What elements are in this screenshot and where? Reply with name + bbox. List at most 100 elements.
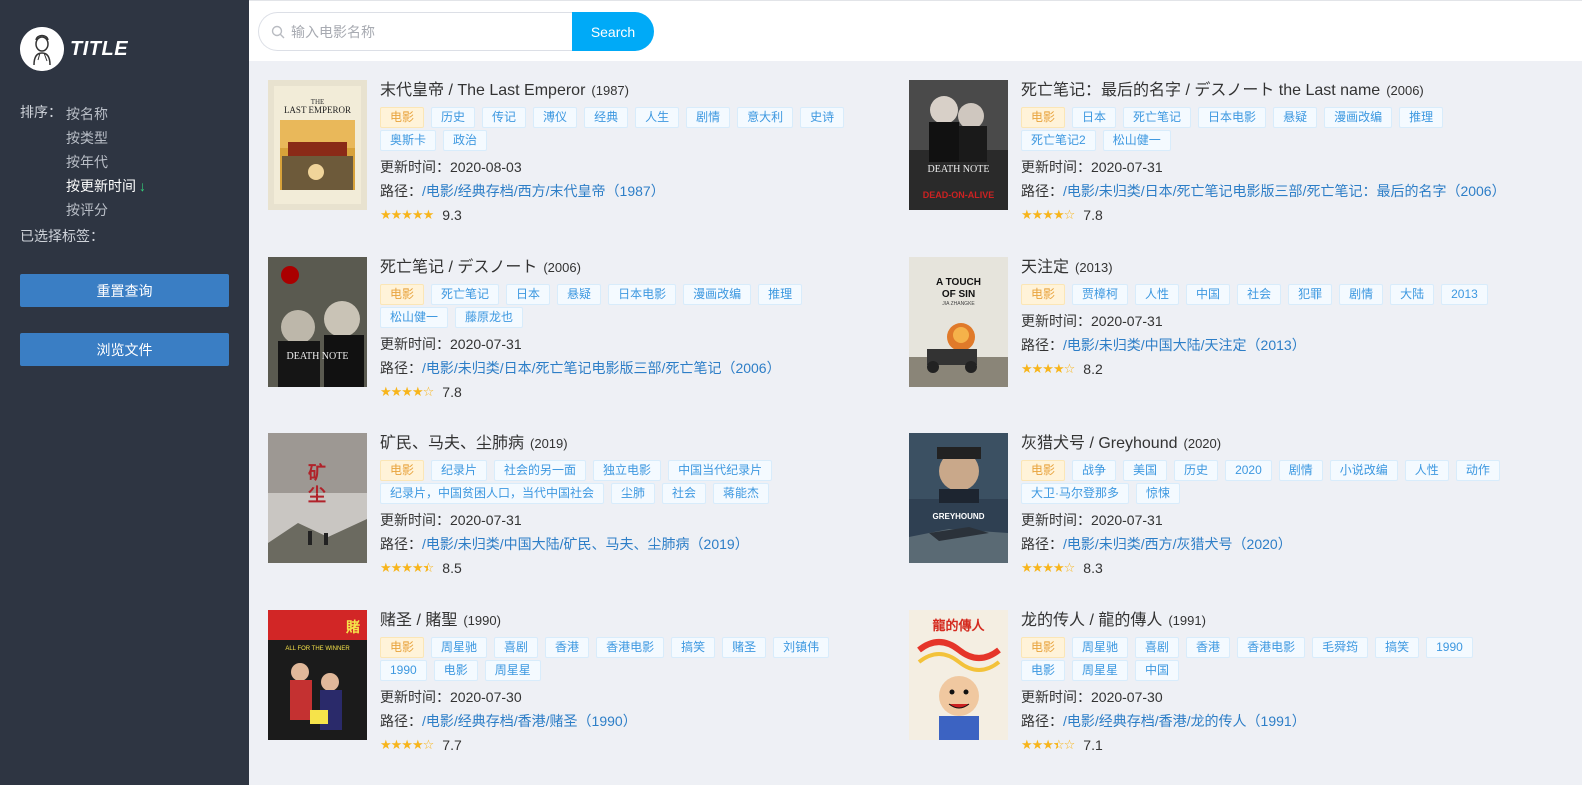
poster-death-note[interactable]: DEATH NOTE — [268, 256, 367, 387]
tag[interactable]: 犯罪 — [1288, 283, 1333, 305]
tag[interactable]: 历史 — [431, 107, 476, 128]
tag[interactable]: 中国 — [1135, 659, 1180, 681]
tag[interactable]: 电影 — [380, 283, 425, 305]
tag[interactable]: 日本电影 — [608, 283, 677, 305]
poster-dragon[interactable]: 龍的傳人 — [909, 609, 1008, 740]
path-link[interactable]: /电影/未归类/西方/灰猎犬号（2020） — [1063, 536, 1292, 552]
tag[interactable]: 社会 — [662, 483, 707, 504]
tag[interactable]: 纪录片，中国贫困人口，当代中国社会 — [380, 483, 605, 504]
tag[interactable]: 喜剧 — [1135, 636, 1180, 658]
tag[interactable]: 刘镇伟 — [773, 636, 830, 658]
tag[interactable]: 周星星 — [1072, 659, 1129, 681]
tag[interactable]: 死亡笔记 — [1123, 107, 1192, 128]
tag[interactable]: 经典 — [584, 107, 629, 128]
path-link[interactable]: /电影/经典存档/香港/赌圣（1990） — [422, 713, 637, 729]
tag[interactable]: 政治 — [443, 130, 488, 151]
tag[interactable]: 悬疑 — [557, 283, 602, 305]
tag[interactable]: 死亡笔记 — [431, 283, 500, 305]
tag[interactable]: 蒋能杰 — [713, 483, 770, 504]
tag[interactable]: 电影 — [1021, 636, 1066, 658]
tag[interactable]: 社会的另一面 — [494, 460, 587, 481]
tag[interactable]: 美国 — [1123, 460, 1168, 481]
movie-title-line[interactable]: 赌圣 / 賭聖 (1990) — [380, 610, 880, 632]
tag[interactable]: 搞笑 — [1375, 636, 1420, 658]
tag[interactable]: 人性 — [1135, 283, 1180, 305]
tag[interactable]: 剧情 — [686, 107, 731, 128]
path-link[interactable]: /电影/经典存档/香港/龙的传人（1991） — [1063, 713, 1306, 729]
movie-title-line[interactable]: 龙的传人 / 龍的傳人 (1991) — [1021, 610, 1521, 632]
tag[interactable]: 赌圣 — [722, 636, 767, 658]
sort-by-type[interactable]: 按类型 — [66, 126, 146, 150]
sort-by-update-time[interactable]: 按更新时间 ↓ — [66, 174, 146, 198]
tag[interactable]: 贾樟柯 — [1072, 283, 1129, 305]
tag[interactable]: 纪录片 — [431, 460, 488, 481]
tag[interactable]: 2020 — [1225, 460, 1272, 481]
tag[interactable]: 香港电影 — [596, 636, 665, 658]
reset-query-button[interactable]: 重置查询 — [20, 274, 229, 307]
search-field[interactable] — [258, 12, 572, 51]
tag[interactable]: 电影 — [1021, 659, 1066, 681]
tag[interactable]: 电影 — [1021, 460, 1066, 481]
tag[interactable]: 死亡笔记2 — [1021, 130, 1096, 151]
tag[interactable]: 漫画改编 — [1324, 107, 1393, 128]
tag[interactable]: 藤原龙也 — [455, 306, 524, 328]
tag[interactable]: 小说改编 — [1329, 460, 1398, 481]
browse-files-button[interactable]: 浏览文件 — [20, 333, 229, 366]
path-link[interactable]: /电影/未归类/中国大陆/天注定（2013） — [1063, 337, 1306, 353]
tag[interactable]: 人生 — [635, 107, 680, 128]
tag[interactable]: 搞笑 — [671, 636, 716, 658]
tag[interactable]: 电影 — [380, 636, 425, 658]
poster-all-for-winner[interactable]: 賭 ALL FOR THE WINNER — [268, 609, 367, 740]
movie-title-line[interactable]: 死亡笔记 / デスノート (2006) — [380, 257, 880, 279]
tag[interactable]: 周星星 — [484, 659, 541, 681]
tag[interactable]: 松山健一 — [380, 306, 449, 328]
tag[interactable]: 动作 — [1455, 460, 1500, 481]
tag[interactable]: 松山健一 — [1102, 130, 1171, 151]
tag[interactable]: 溥仪 — [533, 107, 578, 128]
poster-greyhound[interactable]: GREYHOUND — [909, 433, 1008, 563]
tag[interactable]: 社会 — [1237, 283, 1282, 305]
search-button[interactable]: Search — [572, 12, 654, 51]
search-input[interactable] — [291, 23, 551, 40]
tag[interactable]: 电影 — [433, 659, 478, 681]
poster-touch-of-sin[interactable]: A TOUCH OF SIN JIA ZHANGKE — [909, 256, 1008, 387]
tag[interactable]: 2013 — [1441, 283, 1488, 305]
tag[interactable]: 奥斯卡 — [380, 130, 437, 151]
movie-title-line[interactable]: 灰猎犬号 / Greyhound (2020) — [1021, 433, 1521, 455]
movie-title-line[interactable]: 末代皇帝 / The Last Emperor (1987) — [380, 80, 880, 102]
tag[interactable]: 电影 — [1021, 283, 1066, 305]
tag[interactable]: 日本 — [1072, 107, 1117, 128]
tag[interactable]: 独立电影 — [593, 460, 662, 481]
tag[interactable]: 香港电影 — [1237, 636, 1306, 658]
path-link[interactable]: /电影/未归类/中国大陆/矿民、马夫、尘肺病（2019） — [422, 536, 749, 552]
tag[interactable]: 悬疑 — [1273, 107, 1318, 128]
tag[interactable]: 周星驰 — [431, 636, 488, 658]
path-link[interactable]: /电影/未归类/日本/死亡笔记电影版三部/死亡笔记：最后的名字（2006） — [1063, 183, 1506, 199]
tag[interactable]: 大卫·马尔登那多 — [1021, 483, 1129, 504]
tag[interactable]: 香港 — [1186, 636, 1231, 658]
tag[interactable]: 毛舜筠 — [1312, 636, 1369, 658]
tag[interactable]: 中国当代纪录片 — [668, 460, 773, 481]
tag[interactable]: 战争 — [1072, 460, 1117, 481]
sort-by-year[interactable]: 按年代 — [66, 150, 146, 174]
tag[interactable]: 日本 — [506, 283, 551, 305]
tag[interactable]: 漫画改编 — [683, 283, 752, 305]
tag[interactable]: 大陆 — [1390, 283, 1435, 305]
tag[interactable]: 日本电影 — [1198, 107, 1267, 128]
tag[interactable]: 电影 — [380, 460, 425, 481]
tag[interactable]: 惊悚 — [1136, 483, 1181, 504]
tag[interactable]: 意大利 — [737, 107, 794, 128]
tag[interactable]: 剧情 — [1339, 283, 1384, 305]
movie-title-line[interactable]: 死亡笔记：最后的名字 / デスノート the Last name (2006) — [1021, 80, 1521, 102]
tag[interactable]: 人性 — [1404, 460, 1449, 481]
sort-by-name[interactable]: 按名称 — [66, 102, 146, 126]
tag[interactable]: 1990 — [1426, 636, 1473, 658]
tag[interactable]: 尘肺 — [611, 483, 656, 504]
tag[interactable]: 电影 — [1021, 107, 1066, 128]
tag[interactable]: 电影 — [380, 107, 425, 128]
tag[interactable]: 1990 — [380, 659, 427, 681]
tag[interactable]: 中国 — [1186, 283, 1231, 305]
tag[interactable]: 推理 — [758, 283, 803, 305]
tag[interactable]: 喜剧 — [494, 636, 539, 658]
tag[interactable]: 香港 — [545, 636, 590, 658]
